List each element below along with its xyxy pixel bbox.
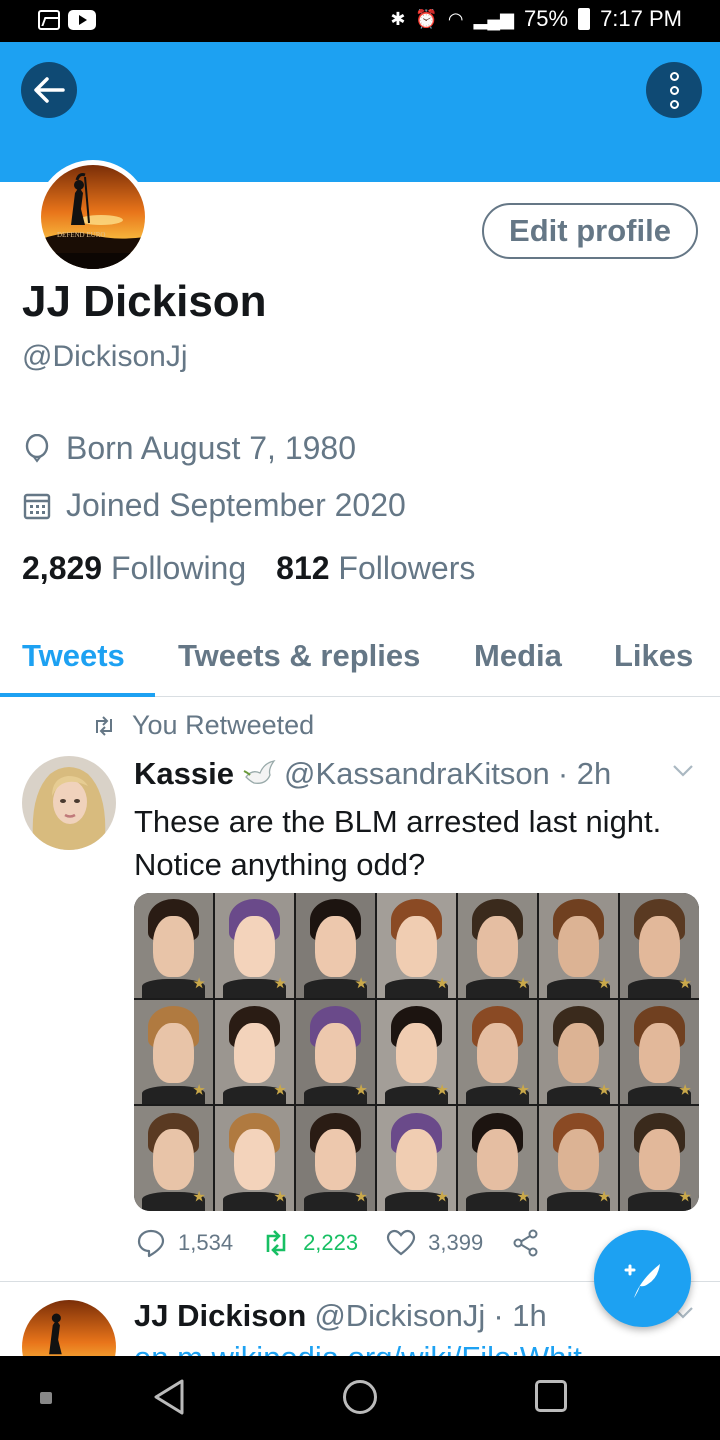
heart-icon bbox=[387, 1229, 416, 1256]
bluetooth-icon: ✱ bbox=[390, 8, 406, 29]
mugshot-photo bbox=[620, 893, 699, 998]
nav-recents-button[interactable] bbox=[535, 1380, 567, 1412]
battery-icon bbox=[578, 8, 591, 30]
mugshot-photo bbox=[134, 999, 213, 1105]
like-count: 3,399 bbox=[428, 1230, 484, 1255]
profile-avatar[interactable]: DEFEND EURO bbox=[36, 160, 150, 274]
tweet-actions: 1,534 2,223 3,399 bbox=[136, 1228, 569, 1258]
tab-tweets-and-replies[interactable]: Tweets & replies bbox=[178, 638, 420, 674]
nav-home-button[interactable] bbox=[343, 1380, 377, 1414]
followers-link[interactable]: 812 Followers bbox=[276, 550, 475, 587]
mugshot-photo bbox=[539, 999, 618, 1105]
back-button[interactable] bbox=[21, 62, 77, 118]
mugshot-photo bbox=[377, 999, 456, 1105]
mugshot-photo bbox=[215, 999, 294, 1105]
alarm-icon: ⏰ bbox=[415, 8, 438, 29]
following-label: Following bbox=[110, 550, 247, 586]
dove-emoji-icon bbox=[243, 760, 276, 784]
more-options-button[interactable] bbox=[646, 62, 702, 118]
following-link[interactable]: 2,829 Following bbox=[22, 550, 246, 587]
edit-profile-button[interactable]: Edit profile bbox=[482, 203, 698, 259]
share-icon bbox=[513, 1229, 538, 1257]
retweet-icon bbox=[266, 1230, 286, 1256]
mugshot-photo bbox=[215, 1106, 294, 1211]
joined-row: Joined September 2020 bbox=[22, 487, 406, 524]
mugshot-photo bbox=[539, 893, 618, 998]
wifi-icon: ◠ bbox=[447, 8, 464, 29]
blonde-woman-photo bbox=[22, 756, 116, 850]
profile-tabs: Tweets Tweets & replies Media Likes bbox=[0, 620, 720, 697]
mugshot-photo bbox=[377, 893, 456, 998]
share-button[interactable] bbox=[511, 1228, 541, 1258]
reply-button[interactable]: 1,534 bbox=[136, 1228, 233, 1258]
balloon-icon bbox=[25, 433, 49, 463]
avatar-caption: DEFEND EURO bbox=[57, 231, 105, 239]
tweet-header: Kassie @KassandraKitson · 2h bbox=[134, 756, 694, 792]
mugshot-photo bbox=[296, 893, 375, 998]
mugshot-photo bbox=[377, 1106, 456, 1211]
arrow-left-icon bbox=[34, 77, 65, 103]
tab-media[interactable]: Media bbox=[474, 638, 562, 674]
tweet-timestamp: · 2h bbox=[557, 756, 612, 791]
spartan-sunset-image: DEFEND EURO bbox=[41, 165, 145, 269]
tweet-media-image[interactable] bbox=[134, 893, 699, 1211]
youtube-notification-icon bbox=[68, 10, 96, 30]
android-navigation-bar bbox=[0, 1356, 720, 1440]
tweet2-header: JJ Dickison @DickisonJj · 1h bbox=[134, 1298, 547, 1334]
clock: 7:17 PM bbox=[600, 6, 682, 31]
compose-tweet-button[interactable] bbox=[594, 1230, 691, 1327]
tweet-text: These are the BLM arrested last night. N… bbox=[134, 804, 662, 882]
mugshot-photo bbox=[458, 999, 537, 1105]
mugshot-grid bbox=[134, 893, 699, 1211]
reply-icon bbox=[137, 1229, 165, 1258]
tweet-author-handle[interactable]: @KassandraKitson bbox=[284, 756, 550, 792]
gallery-notification-icon bbox=[38, 10, 60, 30]
mugshot-photo bbox=[458, 1106, 537, 1211]
tab-likes[interactable]: Likes bbox=[614, 638, 693, 674]
mugshot-photo bbox=[458, 893, 537, 998]
nav-indicator-icon bbox=[40, 1392, 52, 1404]
tweet2-author-name[interactable]: JJ Dickison bbox=[134, 1298, 306, 1334]
overflow-menu-icon bbox=[669, 71, 679, 109]
nav-back-button[interactable] bbox=[152, 1378, 186, 1416]
mugshot-photo bbox=[296, 1106, 375, 1211]
mugshot-photo bbox=[134, 893, 213, 998]
mugshot-photo bbox=[296, 999, 375, 1105]
profile-name: JJ Dickison bbox=[22, 277, 267, 326]
battery-percent: 75% bbox=[524, 6, 569, 31]
retweet-context-text: You Retweeted bbox=[132, 710, 315, 740]
retweet-count: 2,223 bbox=[303, 1230, 359, 1255]
mugshot-photo bbox=[215, 893, 294, 998]
status-bar: ✱ ⏰ ◠ ▂▄▆ 75% 7:17 PM bbox=[0, 0, 720, 42]
tweet2-author-handle[interactable]: @DickisonJj bbox=[314, 1298, 485, 1334]
mugshot-photo bbox=[620, 1106, 699, 1211]
followers-count: 812 bbox=[276, 550, 330, 586]
signal-icon: ▂▄▆ bbox=[473, 8, 515, 29]
profile-banner bbox=[0, 42, 720, 182]
retweet-context: You Retweeted bbox=[92, 710, 314, 741]
retweet-small-icon bbox=[96, 715, 112, 736]
follow-stats: 2,829 Following 812 Followers bbox=[22, 550, 475, 587]
following-count: 2,829 bbox=[22, 550, 103, 586]
birthday-row: Born August 7, 1980 bbox=[22, 430, 356, 467]
compose-feather-icon bbox=[624, 1263, 660, 1298]
tab-tweets[interactable]: Tweets bbox=[22, 638, 125, 674]
birthday-text: Born August 7, 1980 bbox=[66, 430, 356, 466]
mugshot-photo bbox=[620, 999, 699, 1105]
mugshot-photo bbox=[539, 1106, 618, 1211]
like-button[interactable]: 3,399 bbox=[386, 1228, 483, 1258]
tweet-author-avatar[interactable] bbox=[22, 756, 116, 850]
tweet-options-button[interactable] bbox=[672, 764, 694, 783]
chevron-down-icon bbox=[673, 765, 693, 777]
retweet-button[interactable]: 2,223 bbox=[261, 1228, 358, 1258]
active-tab-indicator bbox=[0, 693, 155, 697]
followers-label: Followers bbox=[338, 550, 476, 586]
tweet2-timestamp: · 1h bbox=[493, 1298, 547, 1333]
mugshot-photo bbox=[134, 1106, 213, 1211]
reply-count: 1,534 bbox=[178, 1230, 234, 1255]
tweet-author-name[interactable]: Kassie bbox=[134, 756, 234, 792]
calendar-icon bbox=[23, 493, 51, 519]
profile-handle: @DickisonJj bbox=[22, 340, 188, 373]
joined-text: Joined September 2020 bbox=[66, 487, 406, 523]
